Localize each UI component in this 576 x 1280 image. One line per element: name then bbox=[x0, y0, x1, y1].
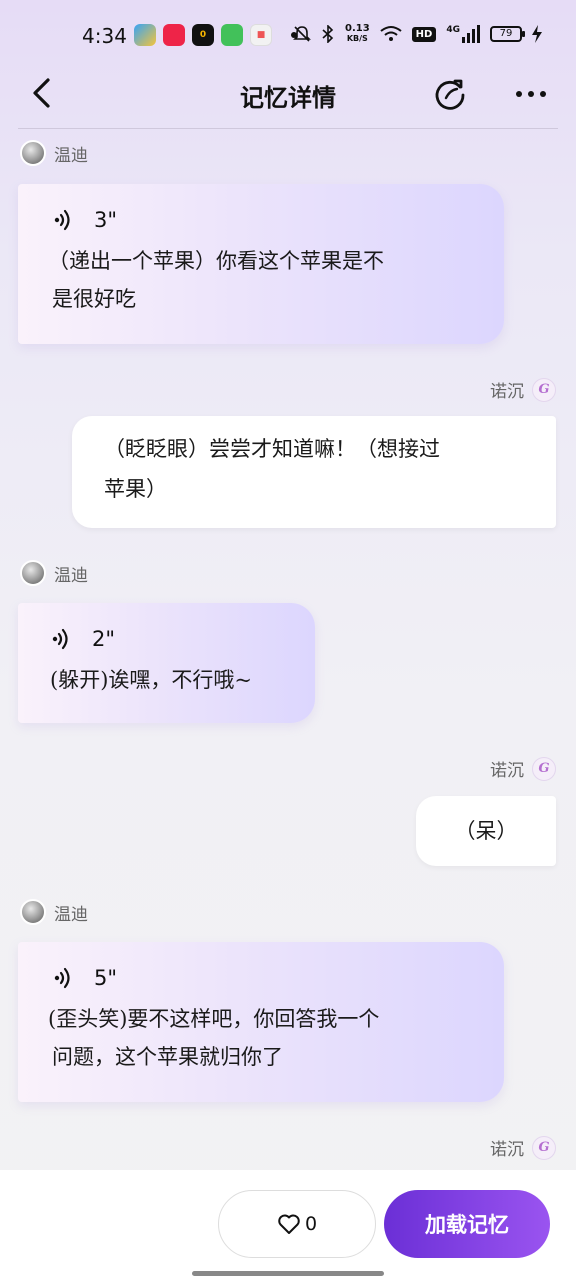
avatar[interactable] bbox=[20, 560, 46, 586]
charging-icon bbox=[532, 25, 542, 43]
avatar[interactable] bbox=[20, 140, 46, 166]
voice-play-icon[interactable] bbox=[52, 208, 76, 232]
avatar[interactable]: G bbox=[532, 756, 556, 781]
status-indicators: 0.13 KB/S HD 4G 79 bbox=[293, 24, 542, 44]
battery-indicator: 79 bbox=[490, 26, 525, 42]
voice-duration: 2" bbox=[92, 627, 116, 651]
ai-message-bubble: 5" (歪头笑)要不这样吧，你回答我一个 问题，这个苹果就归你了 bbox=[18, 942, 504, 1102]
voice-duration: 3" bbox=[94, 208, 118, 232]
voice-play-icon[interactable] bbox=[50, 627, 74, 651]
avatar[interactable]: G bbox=[532, 377, 556, 402]
page-title: 记忆详情 bbox=[240, 83, 336, 112]
qq-browser-icon bbox=[134, 24, 156, 46]
like-button[interactable]: 0 bbox=[218, 1190, 376, 1258]
header: 记忆详情 bbox=[0, 62, 576, 128]
voice-duration: 5" bbox=[94, 966, 118, 990]
mute-bell-icon bbox=[293, 26, 311, 42]
bottom-action-bar: 0 加载记忆 bbox=[0, 1170, 576, 1280]
network-speed: 0.13 KB/S bbox=[344, 23, 370, 44]
game-icon: ■ bbox=[250, 24, 272, 46]
heart-icon bbox=[278, 1214, 300, 1234]
sender-label: 诺沉 G bbox=[490, 377, 556, 402]
sender-label: 温迪 bbox=[20, 140, 88, 166]
user-message-bubble: （呆） bbox=[416, 796, 556, 866]
ai-message-bubble: 3" （递出一个苹果）你看这个苹果是不 是很好吃 bbox=[18, 184, 504, 344]
message-text: (歪头笑)要不这样吧，你回答我一个 问题，这个苹果就归你了 bbox=[48, 1007, 380, 1069]
bluetooth-icon bbox=[322, 25, 334, 43]
voice-play-icon[interactable] bbox=[52, 966, 76, 990]
sender-label: 诺沉 G bbox=[490, 1135, 556, 1160]
wifi-icon bbox=[380, 26, 402, 41]
app-icon: 0 bbox=[192, 24, 214, 46]
avatar[interactable] bbox=[20, 899, 46, 925]
home-indicator[interactable] bbox=[192, 1271, 384, 1276]
status-bar: 4:34 0 ■ 0.13 KB/S HD 4G 79 bbox=[0, 0, 576, 70]
status-time: 4:34 bbox=[82, 24, 127, 48]
message-text: (躲开)诶嘿，不行哦~ bbox=[50, 668, 252, 692]
refresh-icon[interactable] bbox=[432, 76, 468, 112]
wechat-icon bbox=[221, 24, 243, 46]
sender-label: 诺沉 G bbox=[490, 756, 556, 781]
ai-message-bubble: 2" (躲开)诶嘿，不行哦~ bbox=[18, 603, 315, 723]
message-text: （递出一个苹果）你看这个苹果是不 是很好吃 bbox=[48, 249, 384, 311]
like-count: 0 bbox=[304, 1213, 318, 1235]
status-app-icons: 0 ■ bbox=[134, 24, 297, 46]
xiaohongshu-icon bbox=[163, 24, 185, 46]
more-options-icon[interactable] bbox=[512, 80, 550, 108]
avatar[interactable]: G bbox=[532, 1135, 556, 1160]
user-message-bubble: （眨眨眼）尝尝才知道嘛！（想接过 苹果） bbox=[72, 416, 556, 528]
header-divider bbox=[18, 128, 558, 129]
cell-signal: 4G bbox=[446, 25, 480, 43]
hd-badge: HD bbox=[411, 26, 437, 42]
load-memory-button[interactable]: 加载记忆 bbox=[384, 1190, 550, 1258]
sender-label: 温迪 bbox=[20, 560, 88, 586]
sender-label: 温迪 bbox=[20, 899, 88, 925]
